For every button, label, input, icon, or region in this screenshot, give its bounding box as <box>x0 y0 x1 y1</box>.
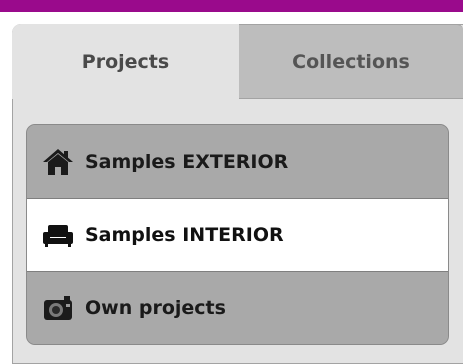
accent-bar <box>0 0 463 12</box>
tab-collections-label: Collections <box>292 50 410 73</box>
camera-icon <box>41 293 75 323</box>
list-item-label: Own projects <box>85 297 226 319</box>
tab-projects[interactable]: Projects <box>12 24 240 99</box>
project-list: Samples EXTERIOR Samples INTERIOR Own pr… <box>26 124 449 345</box>
list-item-samples-interior[interactable]: Samples INTERIOR <box>27 198 448 271</box>
sofa-icon <box>41 220 75 250</box>
tab-collections[interactable]: Collections <box>239 24 463 99</box>
list-item-label: Samples EXTERIOR <box>85 150 289 173</box>
tab-projects-label: Projects <box>81 50 170 73</box>
list-item-label: Samples INTERIOR <box>85 224 284 246</box>
list-item-own-projects[interactable]: Own projects <box>27 271 448 344</box>
house-icon <box>41 147 75 177</box>
list-item-samples-exterior[interactable]: Samples EXTERIOR <box>27 125 448 198</box>
